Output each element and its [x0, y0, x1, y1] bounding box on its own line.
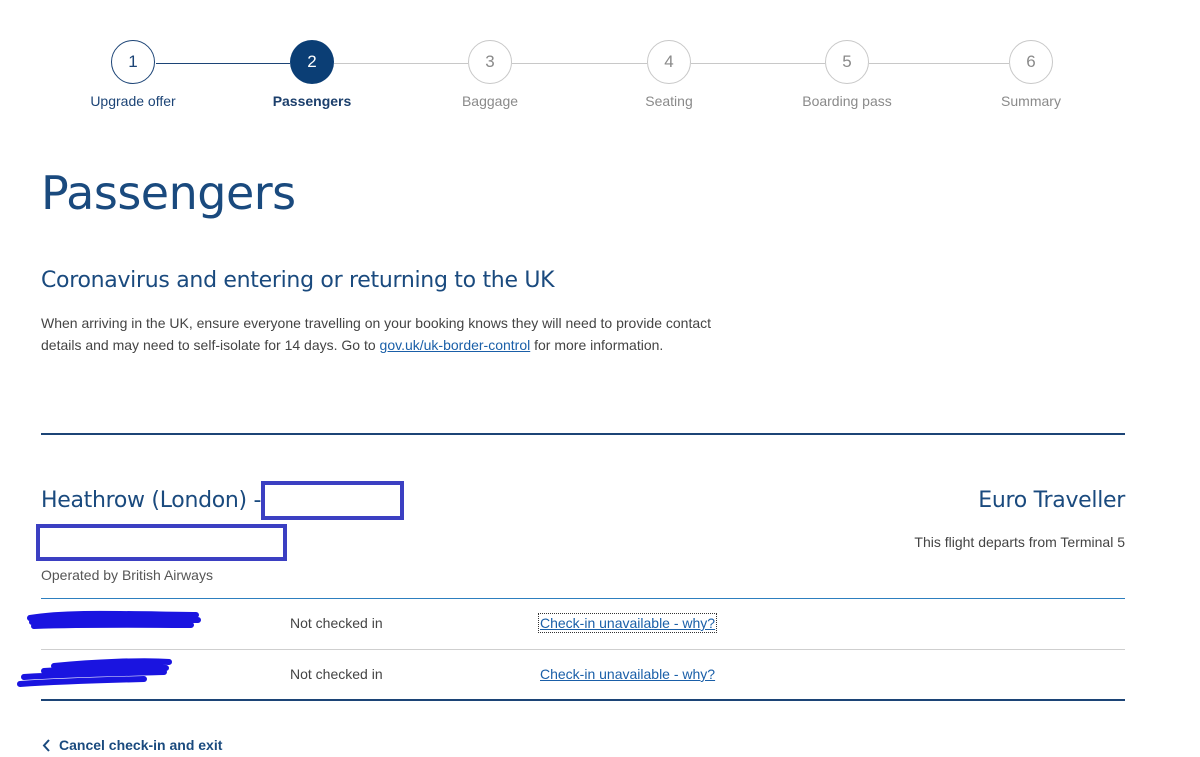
progress-stepper: 1 Upgrade offer 2 Passengers 3 Baggage 4…	[0, 0, 1200, 120]
check-in-page: 1 Upgrade offer 2 Passengers 3 Baggage 4…	[0, 0, 1200, 757]
page-title: Passengers	[41, 166, 296, 220]
step-number: 3	[468, 40, 512, 84]
passenger-list-bottom-border	[41, 699, 1125, 701]
step-boarding-pass: 5 Boarding pass	[767, 40, 927, 109]
step-label: Baggage	[461, 93, 519, 109]
cancel-checkin-label: Cancel check-in and exit	[59, 737, 223, 753]
step-number: 2	[290, 40, 334, 84]
cabin-class: Euro Traveller	[978, 488, 1125, 513]
step-passengers: 2 Passengers	[232, 40, 392, 109]
step-seating: 4 Seating	[589, 40, 749, 109]
step-label: Upgrade offer	[90, 93, 176, 109]
step-number: 6	[1009, 40, 1053, 84]
redacted-destination	[261, 481, 404, 520]
flight-route: Heathrow (London) -	[41, 488, 262, 513]
coronavirus-notice-text: When arriving in the UK, ensure everyone…	[41, 312, 731, 356]
step-number: 1	[111, 40, 155, 84]
step-summary: 6 Summary	[951, 40, 1111, 109]
flight-operator: Operated by British Airways	[41, 567, 213, 583]
checkin-unavailable-link[interactable]: Check-in unavailable - why?	[537, 613, 718, 633]
step-label: Seating	[645, 93, 693, 109]
redacted-flight-details	[36, 524, 287, 561]
notice-text-part: for more information.	[530, 337, 664, 353]
cancel-checkin-link[interactable]: Cancel check-in and exit	[42, 737, 222, 753]
step-label: Summary	[1001, 93, 1061, 109]
border-control-link[interactable]: gov.uk/uk-border-control	[380, 337, 531, 353]
chevron-left-icon	[42, 738, 50, 752]
section-divider	[41, 433, 1125, 435]
step-number: 5	[825, 40, 869, 84]
coronavirus-notice-title: Coronavirus and entering or returning to…	[41, 268, 555, 293]
checkin-status: Not checked in	[290, 666, 383, 682]
passenger-row: Not checked in Check-in unavailable - wh…	[41, 599, 1125, 649]
step-label: Boarding pass	[802, 93, 892, 109]
departure-terminal: This flight departs from Terminal 5	[914, 534, 1125, 550]
checkin-unavailable-link[interactable]: Check-in unavailable - why?	[540, 666, 715, 682]
step-number: 4	[647, 40, 691, 84]
passenger-row: Not checked in Check-in unavailable - wh…	[41, 650, 1125, 700]
step-label: Passengers	[272, 93, 352, 109]
checkin-status: Not checked in	[290, 615, 383, 631]
step-baggage: 3 Baggage	[410, 40, 570, 109]
step-upgrade-offer[interactable]: 1 Upgrade offer	[53, 40, 213, 109]
